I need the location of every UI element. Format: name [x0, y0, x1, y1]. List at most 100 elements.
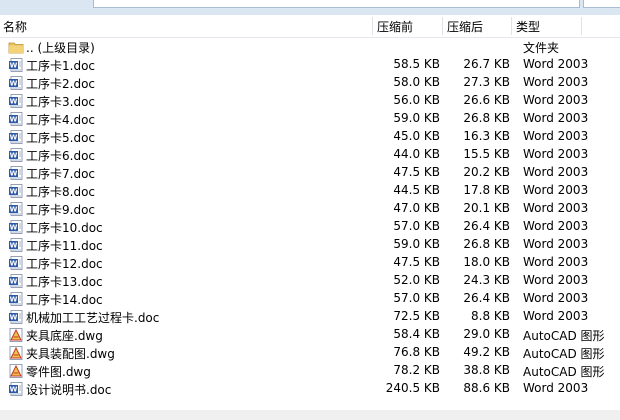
- file-name: 工序卡2.doc: [26, 77, 96, 91]
- file-name: 工序卡1.doc: [26, 59, 96, 73]
- svg-text:W: W: [10, 386, 18, 394]
- file-row[interactable]: W 工序卡13.doc 52.0 KB 24.3 KB Word 2003: [0, 272, 620, 290]
- file-name: 夹具装配图.dwg: [26, 347, 115, 361]
- file-type: Word 2003: [523, 165, 589, 179]
- address-field[interactable]: [93, 0, 580, 8]
- svg-text:W: W: [10, 242, 18, 250]
- packed-size: 88.6 KB: [463, 381, 510, 395]
- svg-text:W: W: [10, 116, 18, 124]
- file-size: 58.0 KB: [393, 75, 440, 89]
- file-type: Word 2003: [523, 183, 589, 197]
- packed-size: 26.6 KB: [463, 93, 510, 107]
- file-row[interactable]: W 工序卡14.doc 57.0 KB 26.4 KB Word 2003: [0, 290, 620, 308]
- file-name: 工序卡10.doc: [26, 221, 103, 235]
- file-name: 工序卡11.doc: [26, 239, 103, 253]
- file-row[interactable]: W 工序卡8.doc 44.5 KB 17.8 KB Word 2003: [0, 182, 620, 200]
- search-field[interactable]: [583, 0, 620, 8]
- file-name: 工序卡12.doc: [26, 257, 103, 271]
- file-size: 52.0 KB: [393, 273, 440, 287]
- file-size: 56.0 KB: [393, 93, 440, 107]
- autocad-dwg-icon: [8, 327, 24, 343]
- packed-size: 20.2 KB: [463, 165, 510, 179]
- svg-text:W: W: [10, 98, 18, 106]
- word-doc-icon: W: [8, 129, 24, 145]
- file-row[interactable]: W 机械加工工艺过程卡.doc 72.5 KB 8.8 KB Word 2003: [0, 308, 620, 326]
- packed-size: 8.8 KB: [471, 309, 510, 323]
- file-size: 59.0 KB: [393, 111, 440, 125]
- header-type[interactable]: 类型: [516, 18, 540, 35]
- packed-size: 15.5 KB: [463, 147, 510, 161]
- svg-text:W: W: [10, 134, 18, 142]
- file-type: Word 2003: [523, 219, 589, 233]
- file-row[interactable]: W 工序卡1.doc 58.5 KB 26.7 KB Word 2003: [0, 56, 620, 74]
- file-row[interactable]: W 工序卡5.doc 45.0 KB 16.3 KB Word 2003: [0, 128, 620, 146]
- toolbar-strip: [0, 0, 620, 15]
- autocad-dwg-icon: [8, 345, 24, 361]
- packed-size: 26.7 KB: [463, 57, 510, 71]
- file-size: 47.5 KB: [393, 165, 440, 179]
- autocad-dwg-icon: [8, 363, 24, 379]
- file-row[interactable]: W 工序卡10.doc 57.0 KB 26.4 KB Word 2003: [0, 218, 620, 236]
- word-doc-icon: W: [8, 165, 24, 181]
- svg-text:W: W: [10, 278, 18, 286]
- header-size[interactable]: 压缩前: [377, 18, 413, 35]
- file-type: Word 2003: [523, 291, 589, 305]
- word-doc-icon: W: [8, 111, 24, 127]
- file-row[interactable]: W 工序卡3.doc 56.0 KB 26.6 KB Word 2003: [0, 92, 620, 110]
- word-doc-icon: W: [8, 309, 24, 325]
- header-name[interactable]: 名称: [3, 18, 27, 35]
- packed-size: 16.3 KB: [463, 129, 510, 143]
- file-type: Word 2003: [523, 93, 589, 107]
- file-name: 工序卡5.doc: [26, 131, 96, 145]
- svg-text:W: W: [10, 188, 18, 196]
- file-type: Word 2003: [523, 201, 589, 215]
- file-type: Word 2003: [523, 57, 589, 71]
- file-row[interactable]: 夹具装配图.dwg 76.8 KB 49.2 KB AutoCAD 图形: [0, 344, 620, 362]
- header-divider[interactable]: [442, 17, 443, 35]
- packed-size: 29.0 KB: [463, 327, 510, 341]
- file-size: 47.5 KB: [393, 255, 440, 269]
- file-type: Word 2003: [523, 147, 589, 161]
- file-row[interactable]: 夹具底座.dwg 58.4 KB 29.0 KB AutoCAD 图形: [0, 326, 620, 344]
- svg-text:W: W: [10, 170, 18, 178]
- file-size: 45.0 KB: [393, 129, 440, 143]
- word-doc-icon: W: [8, 219, 24, 235]
- header-packed[interactable]: 压缩后: [447, 18, 483, 35]
- folder-icon: [8, 39, 24, 55]
- parent-folder-row[interactable]: .. (上级目录) 文件夹: [0, 38, 620, 56]
- word-doc-icon: W: [8, 75, 24, 91]
- file-type: AutoCAD 图形: [523, 365, 605, 379]
- file-row[interactable]: W 工序卡11.doc 59.0 KB 26.8 KB Word 2003: [0, 236, 620, 254]
- file-name: .. (上级目录): [26, 41, 95, 55]
- packed-size: 26.4 KB: [463, 219, 510, 233]
- header-divider[interactable]: [372, 17, 373, 35]
- file-size: 76.8 KB: [393, 345, 440, 359]
- file-type: Word 2003: [523, 381, 589, 395]
- file-name: 工序卡4.doc: [26, 113, 96, 127]
- file-size: 57.0 KB: [393, 219, 440, 233]
- file-name: 工序卡6.doc: [26, 149, 96, 163]
- svg-text:W: W: [10, 314, 18, 322]
- file-row[interactable]: W 工序卡7.doc 47.5 KB 20.2 KB Word 2003: [0, 164, 620, 182]
- file-size: 240.5 KB: [385, 381, 440, 395]
- header-divider[interactable]: [581, 17, 582, 35]
- file-row[interactable]: W 工序卡2.doc 58.0 KB 27.3 KB Word 2003: [0, 74, 620, 92]
- status-strip: [0, 410, 620, 420]
- file-type: Word 2003: [523, 237, 589, 251]
- word-doc-icon: W: [8, 201, 24, 217]
- file-type: Word 2003: [523, 75, 589, 89]
- file-row[interactable]: W 工序卡4.doc 59.0 KB 26.8 KB Word 2003: [0, 110, 620, 128]
- file-row[interactable]: W 工序卡6.doc 44.0 KB 15.5 KB Word 2003: [0, 146, 620, 164]
- word-doc-icon: W: [8, 237, 24, 253]
- file-row[interactable]: W 设计说明书.doc 240.5 KB 88.6 KB Word 2003: [0, 380, 620, 398]
- file-name: 零件图.dwg: [26, 365, 91, 379]
- file-name: 工序卡14.doc: [26, 293, 103, 307]
- file-size: 44.5 KB: [393, 183, 440, 197]
- file-row[interactable]: W 工序卡9.doc 47.0 KB 20.1 KB Word 2003: [0, 200, 620, 218]
- file-row[interactable]: W 工序卡12.doc 47.5 KB 18.0 KB Word 2003: [0, 254, 620, 272]
- packed-size: 26.8 KB: [463, 237, 510, 251]
- header-divider[interactable]: [511, 17, 512, 35]
- file-row[interactable]: 零件图.dwg 78.2 KB 38.8 KB AutoCAD 图形: [0, 362, 620, 380]
- packed-size: 18.0 KB: [463, 255, 510, 269]
- file-type: Word 2003: [523, 255, 589, 269]
